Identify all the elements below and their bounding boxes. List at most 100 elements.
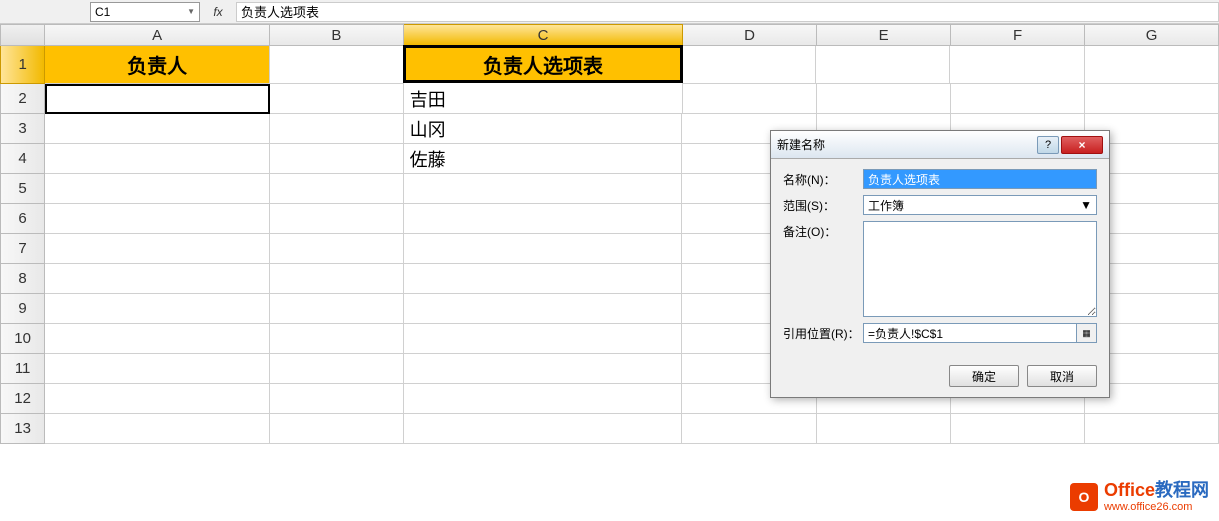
refers-input[interactable]: =负责人!$C$1 xyxy=(863,323,1077,343)
col-header-C[interactable]: C xyxy=(404,24,683,46)
col-header-F[interactable]: F xyxy=(951,24,1085,46)
row-header-7[interactable]: 7 xyxy=(0,234,45,264)
cell[interactable] xyxy=(45,204,269,234)
row-header-13[interactable]: 13 xyxy=(0,414,45,444)
formula-bar: C1 ▼ fx 负责人选项表 xyxy=(0,0,1219,24)
dialog-title-buttons: ? × xyxy=(1037,136,1103,154)
row-header-2[interactable]: 2 xyxy=(0,84,45,114)
cell[interactable] xyxy=(404,234,683,264)
formula-input[interactable]: 负责人选项表 xyxy=(236,2,1219,22)
cell-E1[interactable] xyxy=(816,46,950,84)
watermark-text: Office教程网 www.office26.com xyxy=(1104,481,1209,513)
cell[interactable] xyxy=(270,294,404,324)
cell[interactable] xyxy=(404,384,683,414)
name-box-value: C1 xyxy=(95,5,110,19)
cell-B1[interactable] xyxy=(270,46,404,84)
cell-D2[interactable] xyxy=(683,84,817,114)
row-header-11[interactable]: 11 xyxy=(0,354,45,384)
new-name-dialog: 新建名称 ? × 名称(N)： 范围(S)： 工作簿 ▼ 备注(O)： 引用位置… xyxy=(770,130,1110,398)
col-header-B[interactable]: B xyxy=(270,24,404,46)
cell[interactable] xyxy=(45,264,269,294)
col-header-A[interactable]: A xyxy=(45,24,270,46)
close-button[interactable]: × xyxy=(1061,136,1103,154)
row-header-6[interactable]: 6 xyxy=(0,204,45,234)
comment-textarea[interactable] xyxy=(863,221,1097,317)
name-input[interactable] xyxy=(863,169,1097,189)
col-header-G[interactable]: G xyxy=(1085,24,1219,46)
cell-A1[interactable]: 负责人 xyxy=(45,46,270,84)
cell[interactable] xyxy=(817,414,951,444)
cell-B4[interactable] xyxy=(270,144,404,174)
row-header-5[interactable]: 5 xyxy=(0,174,45,204)
cell[interactable] xyxy=(404,294,683,324)
cell[interactable] xyxy=(270,174,404,204)
help-button[interactable]: ? xyxy=(1037,136,1059,154)
name-box[interactable]: C1 ▼ xyxy=(90,2,200,22)
cell[interactable] xyxy=(270,234,404,264)
cell[interactable] xyxy=(45,414,269,444)
row-header-3[interactable]: 3 xyxy=(0,114,45,144)
cell-A3[interactable] xyxy=(45,114,269,144)
cell[interactable] xyxy=(404,204,683,234)
table-row: 2 吉田 xyxy=(0,84,1219,114)
comment-label: 备注(O)： xyxy=(783,221,863,240)
cell[interactable] xyxy=(404,174,683,204)
ok-button[interactable]: 确定 xyxy=(949,365,1019,387)
cell[interactable] xyxy=(404,324,683,354)
cell[interactable] xyxy=(951,414,1085,444)
cell-C3[interactable]: 山冈 xyxy=(404,114,683,144)
cell-F2[interactable] xyxy=(951,84,1085,114)
cell[interactable] xyxy=(404,414,683,444)
row-header-10[interactable]: 10 xyxy=(0,324,45,354)
dialog-titlebar[interactable]: 新建名称 ? × xyxy=(771,131,1109,159)
cell[interactable] xyxy=(404,354,683,384)
scope-select[interactable]: 工作簿 ▼ xyxy=(863,195,1097,215)
cell-A4[interactable] xyxy=(45,144,269,174)
cell-G1[interactable] xyxy=(1085,46,1219,84)
row-header-4[interactable]: 4 xyxy=(0,144,45,174)
cell[interactable] xyxy=(45,294,269,324)
cell[interactable] xyxy=(45,354,269,384)
cell[interactable] xyxy=(682,414,816,444)
scope-label: 范围(S)： xyxy=(783,195,863,214)
comment-row: 备注(O)： xyxy=(783,221,1097,317)
watermark: O Office教程网 www.office26.com xyxy=(1070,481,1209,513)
cell-A2[interactable] xyxy=(45,84,269,114)
cell-D1[interactable] xyxy=(682,46,816,84)
select-all-corner[interactable] xyxy=(0,24,45,46)
cell[interactable] xyxy=(404,264,683,294)
cell[interactable] xyxy=(270,324,404,354)
cell[interactable] xyxy=(45,234,269,264)
cell[interactable] xyxy=(45,384,269,414)
col-header-E[interactable]: E xyxy=(817,24,951,46)
watermark-title: Office教程网 xyxy=(1104,481,1209,501)
cell[interactable] xyxy=(45,174,269,204)
cell-C4[interactable]: 佐藤 xyxy=(404,144,683,174)
cell-B2[interactable] xyxy=(270,84,404,114)
cell[interactable] xyxy=(270,264,404,294)
refers-container: =负责人!$C$1 ▦ xyxy=(863,323,1097,343)
cell[interactable] xyxy=(45,324,269,354)
cell-F1[interactable] xyxy=(950,46,1084,84)
cancel-button[interactable]: 取消 xyxy=(1027,365,1097,387)
cell[interactable] xyxy=(270,414,404,444)
table-row: 1 负责人 负责人选项表 xyxy=(0,46,1219,84)
range-picker-button[interactable]: ▦ xyxy=(1077,323,1097,343)
fx-button[interactable]: fx xyxy=(208,2,228,22)
cell[interactable] xyxy=(270,384,404,414)
chevron-down-icon: ▼ xyxy=(1080,198,1092,212)
chevron-down-icon: ▼ xyxy=(187,7,195,16)
cell[interactable] xyxy=(270,354,404,384)
cell[interactable] xyxy=(270,204,404,234)
cell-C1[interactable]: 负责人选项表 xyxy=(403,45,682,83)
row-header-1[interactable]: 1 xyxy=(0,46,45,84)
cell-E2[interactable] xyxy=(817,84,951,114)
cell[interactable] xyxy=(1085,414,1219,444)
cell-B3[interactable] xyxy=(270,114,404,144)
cell-G2[interactable] xyxy=(1085,84,1219,114)
row-header-8[interactable]: 8 xyxy=(0,264,45,294)
row-header-9[interactable]: 9 xyxy=(0,294,45,324)
col-header-D[interactable]: D xyxy=(683,24,817,46)
row-header-12[interactable]: 12 xyxy=(0,384,45,414)
cell-C2[interactable]: 吉田 xyxy=(404,84,683,114)
